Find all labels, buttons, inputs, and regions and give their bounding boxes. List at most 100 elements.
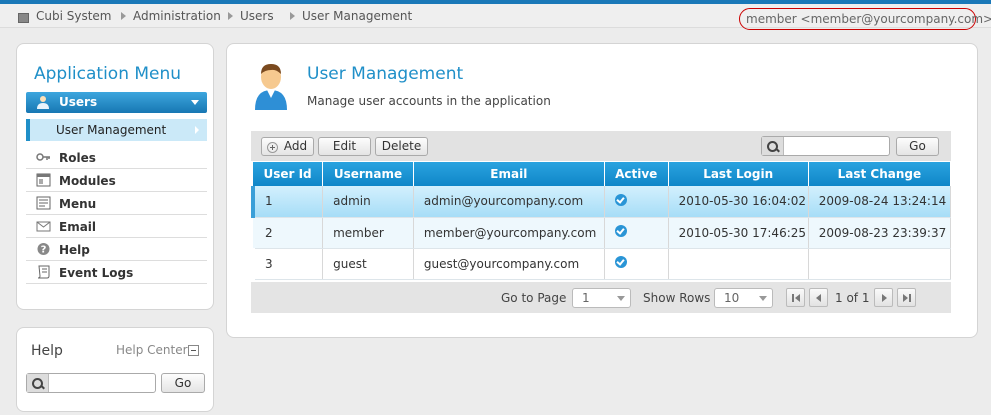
cell-active bbox=[604, 217, 669, 249]
check-icon bbox=[614, 225, 627, 237]
menu-item-email[interactable]: Email bbox=[26, 215, 207, 238]
last-page-button[interactable] bbox=[897, 288, 916, 307]
add-button[interactable]: Add bbox=[261, 137, 314, 156]
page-title: User Management bbox=[307, 64, 464, 84]
breadcrumb-item-home[interactable]: Cubi System bbox=[36, 9, 112, 23]
check-icon bbox=[614, 256, 627, 268]
grid-search-go-button[interactable]: Go bbox=[896, 137, 939, 156]
menu-group-users[interactable]: Users bbox=[26, 92, 207, 113]
menu-item-label: Event Logs bbox=[59, 266, 134, 280]
svg-text:?: ? bbox=[41, 245, 47, 256]
column-header-username[interactable]: Username bbox=[322, 162, 414, 186]
table-row[interactable]: 3 guest guest@yourcompany.com bbox=[253, 248, 952, 280]
menu-item-label: Roles bbox=[59, 151, 96, 165]
user-account-menu[interactable]: member <member@yourcompany.com> bbox=[739, 8, 991, 30]
cell-last-login bbox=[668, 248, 809, 280]
menu-item-user-management[interactable]: User Management bbox=[26, 119, 207, 141]
cell-user-id: 2 bbox=[253, 217, 324, 249]
edit-button[interactable]: Edit bbox=[318, 137, 371, 156]
menu-item-label: Email bbox=[59, 220, 97, 234]
cell-username-link[interactable]: member bbox=[322, 217, 414, 249]
help-go-button[interactable]: Go bbox=[161, 373, 205, 393]
cell-last-login: 2010-05-30 17:46:25 bbox=[668, 217, 809, 249]
previous-page-button[interactable] bbox=[809, 288, 828, 307]
breadcrumb-arrow-icon bbox=[121, 12, 126, 20]
menu-item-label: Menu bbox=[59, 197, 97, 211]
cell-username-link[interactable]: guest bbox=[322, 248, 414, 280]
chevron-right-icon bbox=[195, 126, 199, 134]
next-page-button[interactable] bbox=[874, 288, 893, 307]
user-icon bbox=[37, 96, 49, 109]
search-icon bbox=[27, 374, 49, 392]
cell-username-link[interactable]: admin bbox=[322, 186, 414, 218]
menu-item-label: Help bbox=[59, 243, 90, 257]
home-icon bbox=[18, 13, 29, 23]
cell-user-id: 1 bbox=[251, 186, 324, 218]
menu-item-modules[interactable]: Modules bbox=[26, 169, 207, 192]
arrow-right-icon bbox=[882, 294, 887, 302]
add-button-label: Add bbox=[283, 139, 308, 153]
cell-email: admin@yourcompany.com bbox=[413, 186, 605, 218]
column-header-last-change[interactable]: Last Change bbox=[808, 162, 952, 186]
first-page-button[interactable] bbox=[786, 288, 805, 307]
add-icon bbox=[267, 142, 278, 153]
users-table: User Id Username Email Active Last Login… bbox=[251, 162, 952, 280]
menu-item-menu[interactable]: Menu bbox=[26, 192, 207, 215]
column-header-email[interactable]: Email bbox=[413, 162, 605, 186]
menu-item-label: Modules bbox=[59, 174, 116, 188]
arrow-left-icon bbox=[816, 294, 821, 302]
main-content-panel: User Management Manage user accounts in … bbox=[226, 43, 978, 338]
column-header-active[interactable]: Active bbox=[604, 162, 669, 186]
question-icon: ? bbox=[37, 243, 50, 256]
last-page-icon bbox=[909, 294, 911, 302]
breadcrumb-arrow-icon bbox=[290, 12, 295, 20]
application-menu-title: Application Menu bbox=[34, 64, 182, 84]
help-search-input[interactable] bbox=[26, 373, 156, 393]
menu-item-roles[interactable]: Roles bbox=[26, 146, 207, 169]
breadcrumb: Cubi System Administration Users User Ma… bbox=[0, 4, 991, 30]
first-page-icon bbox=[792, 294, 794, 302]
breadcrumb-item-users[interactable]: Users bbox=[240, 9, 274, 23]
show-rows-label: Show Rows bbox=[643, 291, 711, 305]
delete-button[interactable]: Delete bbox=[375, 137, 428, 156]
menu-item-help[interactable]: ? Help bbox=[26, 238, 207, 261]
menu-item-user-management-label: User Management bbox=[56, 123, 167, 137]
cell-user-id: 3 bbox=[253, 248, 324, 280]
user-avatar-icon bbox=[255, 64, 287, 110]
help-panel: Help Help Center Go bbox=[16, 327, 214, 412]
application-menu-panel: Application Menu Users User Management R… bbox=[16, 43, 214, 310]
cell-last-login: 2010-05-30 16:04:02 bbox=[668, 186, 809, 218]
goto-page-label: Go to Page bbox=[501, 291, 567, 305]
menu-icon bbox=[36, 196, 51, 210]
goto-page-value: 1 bbox=[582, 291, 590, 305]
cell-active bbox=[604, 248, 669, 280]
table-row[interactable]: 2 member member@yourcompany.com 2010-05-… bbox=[253, 217, 952, 249]
arrow-right-icon bbox=[903, 294, 908, 302]
chevron-down-icon bbox=[759, 296, 767, 301]
column-header-user-id[interactable]: User Id bbox=[253, 162, 324, 186]
grid-toolbar: Add Edit Delete Go bbox=[251, 131, 951, 161]
cell-last-change: 2009-08-23 23:39:37 bbox=[808, 217, 952, 249]
cell-active bbox=[604, 186, 669, 218]
show-rows-value: 10 bbox=[724, 291, 740, 305]
breadcrumb-item-administration[interactable]: Administration bbox=[133, 9, 221, 23]
show-rows-select[interactable]: 10 bbox=[714, 288, 773, 308]
envelope-icon bbox=[36, 221, 51, 232]
key-icon bbox=[36, 153, 50, 161]
scroll-icon bbox=[37, 265, 50, 279]
help-center-link[interactable]: Help Center bbox=[116, 343, 188, 357]
cell-email: guest@yourcompany.com bbox=[413, 248, 605, 280]
window-icon bbox=[36, 173, 51, 187]
grid-search-input[interactable] bbox=[761, 136, 890, 156]
arrow-left-icon bbox=[795, 294, 800, 302]
cell-last-change: 2009-08-24 13:24:14 bbox=[808, 186, 952, 218]
menu-item-event-logs[interactable]: Event Logs bbox=[26, 261, 207, 284]
collapse-icon[interactable] bbox=[188, 345, 199, 356]
column-header-last-login[interactable]: Last Login bbox=[668, 162, 809, 186]
page-info: 1 of 1 bbox=[835, 291, 870, 305]
goto-page-select[interactable]: 1 bbox=[572, 288, 631, 308]
table-row[interactable]: 1 admin admin@yourcompany.com 2010-05-30… bbox=[251, 186, 952, 218]
help-title: Help bbox=[31, 343, 63, 359]
cell-last-change bbox=[808, 248, 952, 280]
check-icon bbox=[614, 193, 627, 206]
